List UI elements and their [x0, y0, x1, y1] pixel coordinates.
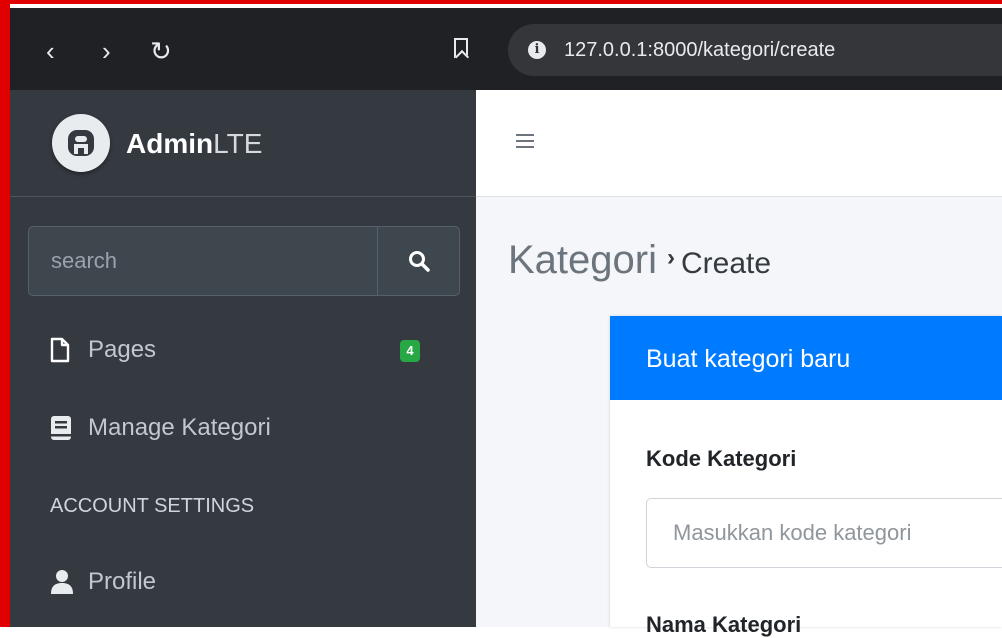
- brand-text-bold: Admin: [126, 128, 214, 159]
- card-header: Buat kategori baru: [610, 316, 1002, 400]
- book-icon: [50, 414, 74, 440]
- bookmark-icon[interactable]: [454, 38, 468, 58]
- main-header: [476, 90, 1002, 197]
- sidebar-item-label: Pages: [88, 336, 157, 363]
- sidebar-item-profile[interactable]: Profile: [50, 562, 156, 602]
- sidebar-item-label: Profile: [88, 568, 157, 595]
- kode-kategori-input[interactable]: [646, 498, 1002, 568]
- adminlte-logo-icon: [52, 114, 110, 172]
- browser-toolbar: ‹ › ↻ i 127.0.0.1:8000/kategori/create: [10, 8, 1002, 90]
- address-bar[interactable]: i 127.0.0.1:8000/kategori/create: [508, 24, 1002, 76]
- menu-section-header: ACCOUNT SETTINGS: [50, 495, 255, 517]
- brand-text: AdminLTE: [126, 128, 262, 160]
- page-title: Kategori › Create: [508, 236, 771, 288]
- sidebar-item-pages[interactable]: Pages: [50, 330, 156, 370]
- site-info-icon[interactable]: i: [528, 41, 546, 59]
- forward-icon[interactable]: ›: [102, 38, 111, 64]
- file-icon: [50, 336, 74, 362]
- kode-kategori-label: Kode Kategori: [646, 446, 797, 471]
- chevron-right-icon: ›: [666, 244, 675, 272]
- card-title: Buat kategori baru: [646, 345, 851, 373]
- search-input[interactable]: [29, 227, 379, 295]
- sidebar-item-manage-kategori[interactable]: Manage Kategori: [50, 408, 271, 448]
- search-icon: [409, 251, 430, 272]
- page-title-main: Kategori: [508, 238, 657, 282]
- reload-icon[interactable]: ↻: [150, 38, 172, 64]
- sidebar-item-label: Manage Kategori: [88, 414, 271, 441]
- search-button[interactable]: [377, 227, 459, 295]
- top-strip: [0, 0, 1002, 8]
- nama-kategori-label: Nama Kategori: [646, 612, 802, 637]
- url-text[interactable]: 127.0.0.1:8000/kategori/create: [564, 38, 835, 62]
- sidebar: AdminLTE Pages 4 Manage Katego: [10, 90, 476, 627]
- hamburger-menu-icon[interactable]: [516, 134, 534, 148]
- brand-text-light: LTE: [213, 128, 263, 159]
- brand-link[interactable]: AdminLTE: [10, 90, 476, 197]
- content-wrapper: Kategori › Create Buat kategori baru Kode …: [476, 90, 1002, 637]
- page-subtitle: Create: [680, 247, 772, 280]
- pages-count-badge: 4: [400, 340, 420, 362]
- back-icon[interactable]: ‹: [46, 38, 55, 64]
- sidebar-search: [28, 226, 460, 296]
- create-kategori-card: Buat kategori baru Kode Kategori Nama Ka…: [610, 316, 1002, 637]
- user-icon: [50, 568, 74, 594]
